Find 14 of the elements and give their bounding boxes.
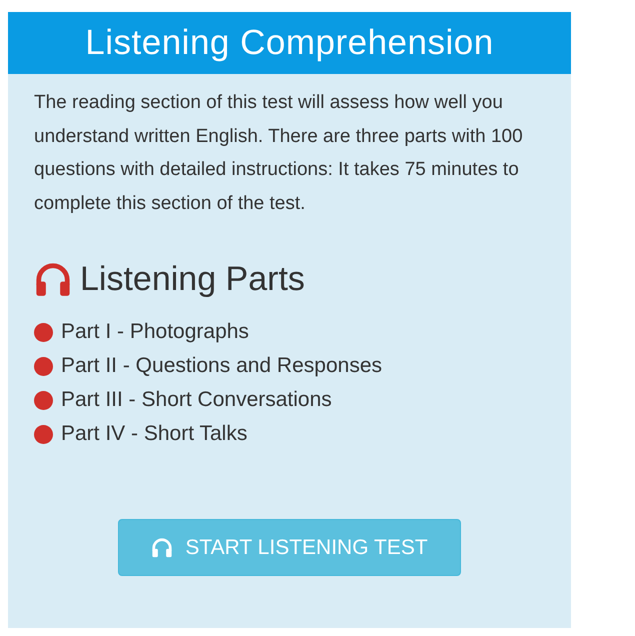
part-item: Part I - Photographs [61, 320, 249, 344]
part-item: Part IV - Short Talks [61, 422, 248, 446]
bullet-icon [34, 390, 53, 410]
intro-paragraph: The reading section of this test will assess how well you understand written English. There are three parts with 100 questions with detailed instructions: It takes 75 minutes to complete this section of the test. [34, 91, 524, 216]
section-heading: Listening Parts [80, 260, 305, 299]
part-item: Part III - Short Conversations [61, 388, 332, 412]
headphones-icon [34, 260, 72, 298]
panel-title: Listening Comprehension [85, 23, 494, 63]
bullet-icon [34, 424, 53, 444]
headphones-icon [151, 536, 174, 558]
bullet-icon [34, 322, 53, 342]
start-test-button[interactable]: START LISTENING TEST [118, 519, 461, 576]
part-item: Part II - Questions and Responses [61, 354, 382, 378]
bullet-icon [34, 356, 53, 376]
